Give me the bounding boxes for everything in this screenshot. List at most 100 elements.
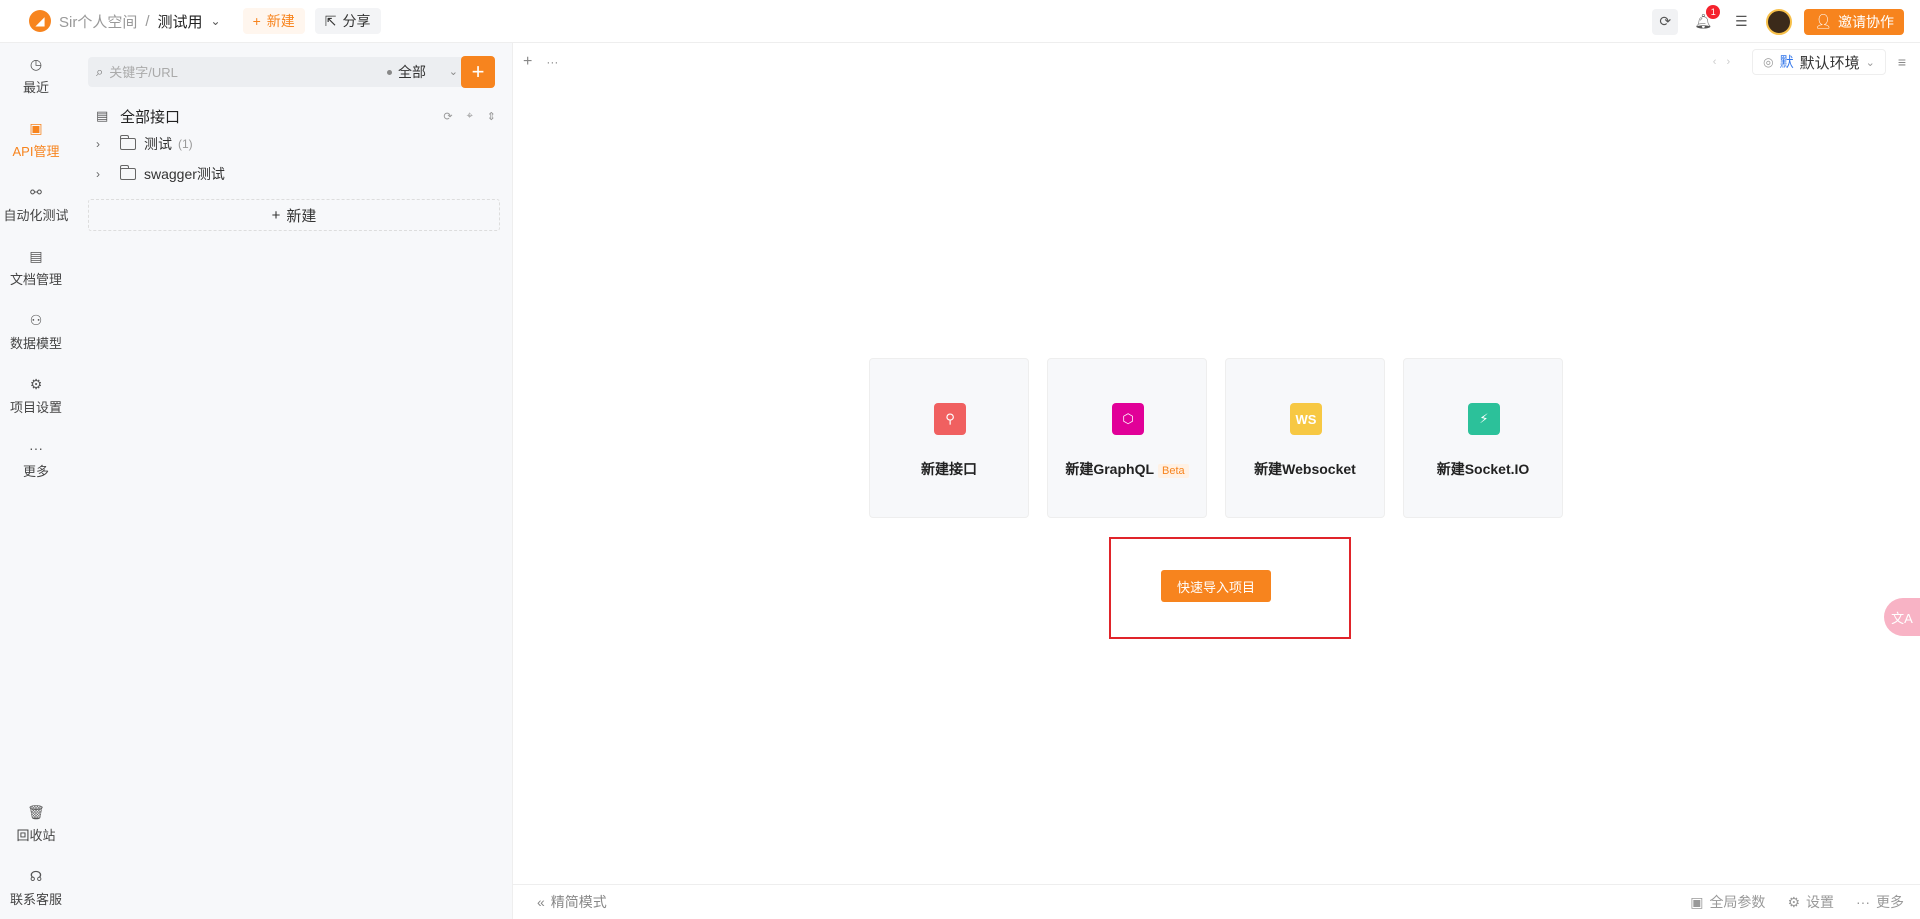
- tree-root-label: 全部接口: [120, 108, 181, 126]
- folder-name: swagger测试: [144, 166, 225, 182]
- user-icon: 👤︎: [1814, 13, 1832, 29]
- app-logo[interactable]: ◢: [29, 10, 51, 32]
- data-model-icon: ⚇: [29, 312, 43, 328]
- rail-item-label: 更多: [22, 464, 49, 479]
- rail-item-data-model[interactable]: ⚇ 数据模型: [0, 311, 72, 352]
- locate-icon[interactable]: ⌖: [467, 110, 473, 123]
- rail-item-docs[interactable]: ▤ 文档管理: [0, 247, 72, 288]
- api-side-panel: ⌕ 全部 ⌄ + ▤ 全部接口 ⟳ ⌖ ⇕ › 测试 (1) › swagger…: [72, 43, 513, 919]
- top-right-actions: ⟳ 🔔︎ 1 ☰ 👤︎ 邀请协作: [1652, 0, 1904, 43]
- more-icon: ···: [1856, 894, 1870, 910]
- rail-item-more[interactable]: ··· 更多: [0, 439, 72, 480]
- rail-item-label: API管理: [12, 144, 60, 159]
- chevron-right-icon[interactable]: ›: [96, 137, 110, 151]
- bell-icon[interactable]: 🔔︎ 1: [1690, 4, 1721, 35]
- share-button[interactable]: ⇱ 分享: [314, 8, 381, 34]
- new-button[interactable]: + 新建: [242, 8, 305, 34]
- bottom-bar: « 精简模式 ▣ 全局参数 ⚙ 设置 ··· 更多: [513, 884, 1920, 919]
- rail-item-trash[interactable]: 🗑︎ 回收站: [0, 803, 72, 844]
- rail-item-support[interactable]: ☊ 联系客服: [0, 867, 72, 908]
- tree-new-button[interactable]: + 新建: [88, 199, 500, 231]
- breadcrumb-project[interactable]: 测试用: [158, 11, 203, 32]
- folder-icon: [119, 135, 136, 150]
- rail-item-label: 联系客服: [9, 892, 62, 907]
- chevron-down-icon[interactable]: ⌄: [211, 14, 221, 28]
- tree-folder[interactable]: › swagger测试: [96, 163, 225, 185]
- params-icon: ▣: [1690, 893, 1704, 910]
- document-icon: ▤: [29, 248, 43, 264]
- new-graphql-card[interactable]: ⬡ 新建GraphQL Beta: [1047, 358, 1207, 518]
- folder-icon: [119, 165, 136, 180]
- share-button-label: 分享: [342, 13, 371, 29]
- global-params-button[interactable]: ▣ 全局参数: [1690, 892, 1765, 912]
- invite-button[interactable]: 👤︎ 邀请协作: [1804, 8, 1904, 35]
- rail-item-recent[interactable]: ◷ 最近: [0, 55, 72, 96]
- settings-label: 设置: [1806, 894, 1834, 910]
- more-icon: ···: [29, 440, 43, 456]
- global-params-label: 全局参数: [1709, 894, 1766, 910]
- add-button[interactable]: +: [461, 56, 495, 88]
- environment-tag: 默: [1779, 54, 1794, 70]
- compact-mode-button[interactable]: « 精简模式: [537, 892, 607, 912]
- socketio-icon: ⚡: [1468, 403, 1500, 435]
- collapse-icon[interactable]: ⇕: [487, 110, 496, 123]
- settings-icon: ⚙: [29, 376, 43, 392]
- breadcrumb-separator: /: [145, 12, 150, 30]
- chevron-down-icon[interactable]: ⌄: [449, 65, 458, 78]
- new-socketio-card[interactable]: ⚡ 新建Socket.IO: [1403, 358, 1563, 518]
- trash-icon: 🗑︎: [27, 804, 45, 820]
- tree-root[interactable]: ▤ 全部接口 ⟳ ⌖ ⇕: [96, 105, 496, 127]
- environment-icon: ◎: [1763, 55, 1774, 69]
- api-icon: ▣: [29, 120, 43, 136]
- refresh-icon[interactable]: ⟳: [443, 110, 452, 123]
- rail-item-label: 文档管理: [9, 272, 62, 287]
- rail-item-settings[interactable]: ⚙ 项目设置: [0, 375, 72, 416]
- card-label: 新建GraphQL: [1065, 461, 1155, 477]
- chevron-down-icon: ⌄: [1865, 56, 1875, 69]
- card-label: 新建接口: [921, 461, 977, 477]
- new-websocket-card[interactable]: WS 新建Websocket: [1225, 358, 1385, 518]
- tab-nav-arrows[interactable]: ‹›: [1713, 56, 1740, 68]
- search-input[interactable]: [109, 64, 370, 80]
- menu-icon[interactable]: ≡: [1898, 54, 1906, 70]
- translate-icon[interactable]: 文A: [1884, 598, 1920, 636]
- rail-item-label: 项目设置: [9, 400, 62, 415]
- tree-tools: ⟳ ⌖ ⇕: [443, 110, 496, 123]
- websocket-icon: WS: [1290, 403, 1322, 435]
- new-api-card[interactable]: ⚲ 新建接口: [869, 358, 1029, 518]
- more-icon[interactable]: ···: [546, 55, 558, 69]
- add-tab-icon[interactable]: +: [523, 53, 532, 71]
- avatar[interactable]: [1766, 8, 1793, 35]
- folder-count: (1): [178, 137, 193, 151]
- rail-item-api[interactable]: ▣ API管理: [0, 119, 72, 160]
- filter-dot-icon: [387, 69, 392, 75]
- bottom-right-actions: ▣ 全局参数 ⚙ 设置 ··· 更多: [1690, 892, 1904, 912]
- rail-item-label: 自动化测试: [3, 208, 69, 223]
- plus-icon: +: [252, 13, 261, 29]
- environment-name: 默认环境: [1799, 54, 1860, 72]
- headset-icon: ☊: [29, 868, 43, 884]
- double-chevron-left-icon: «: [537, 894, 545, 910]
- rail-item-automation[interactable]: ⚯ 自动化测试: [0, 183, 72, 224]
- settings-button[interactable]: ⚙ 设置: [1787, 892, 1834, 912]
- automation-icon: ⚯: [30, 184, 42, 200]
- plus-icon: +: [271, 206, 281, 224]
- more-label: 更多: [1876, 894, 1904, 910]
- invite-button-label: 邀请协作: [1838, 13, 1894, 30]
- sync-icon[interactable]: ⟳: [1652, 8, 1679, 35]
- notes-icon[interactable]: ☰: [1728, 9, 1754, 35]
- quick-import-button[interactable]: 快速导入项目: [1161, 570, 1271, 602]
- more-button[interactable]: ··· 更多: [1856, 892, 1904, 912]
- clock-icon: ◷: [29, 56, 43, 72]
- breadcrumb-workspace[interactable]: Sir个人空间: [59, 11, 137, 32]
- rail-item-label: 最近: [22, 80, 49, 95]
- tab-bar-right: ‹› ◎ 默 默认环境 ⌄ ≡: [1713, 49, 1906, 75]
- gear-icon: ⚙: [1787, 893, 1800, 910]
- environment-select[interactable]: ◎ 默 默认环境 ⌄: [1752, 49, 1886, 75]
- filter-select[interactable]: 全部: [387, 57, 426, 87]
- chevron-right-icon[interactable]: ›: [96, 167, 110, 181]
- compact-mode-label: 精简模式: [550, 894, 607, 910]
- tree-folder[interactable]: › 测试 (1): [96, 133, 193, 155]
- filter-label: 全部: [398, 64, 426, 80]
- tree-new-label: 新建: [286, 207, 317, 225]
